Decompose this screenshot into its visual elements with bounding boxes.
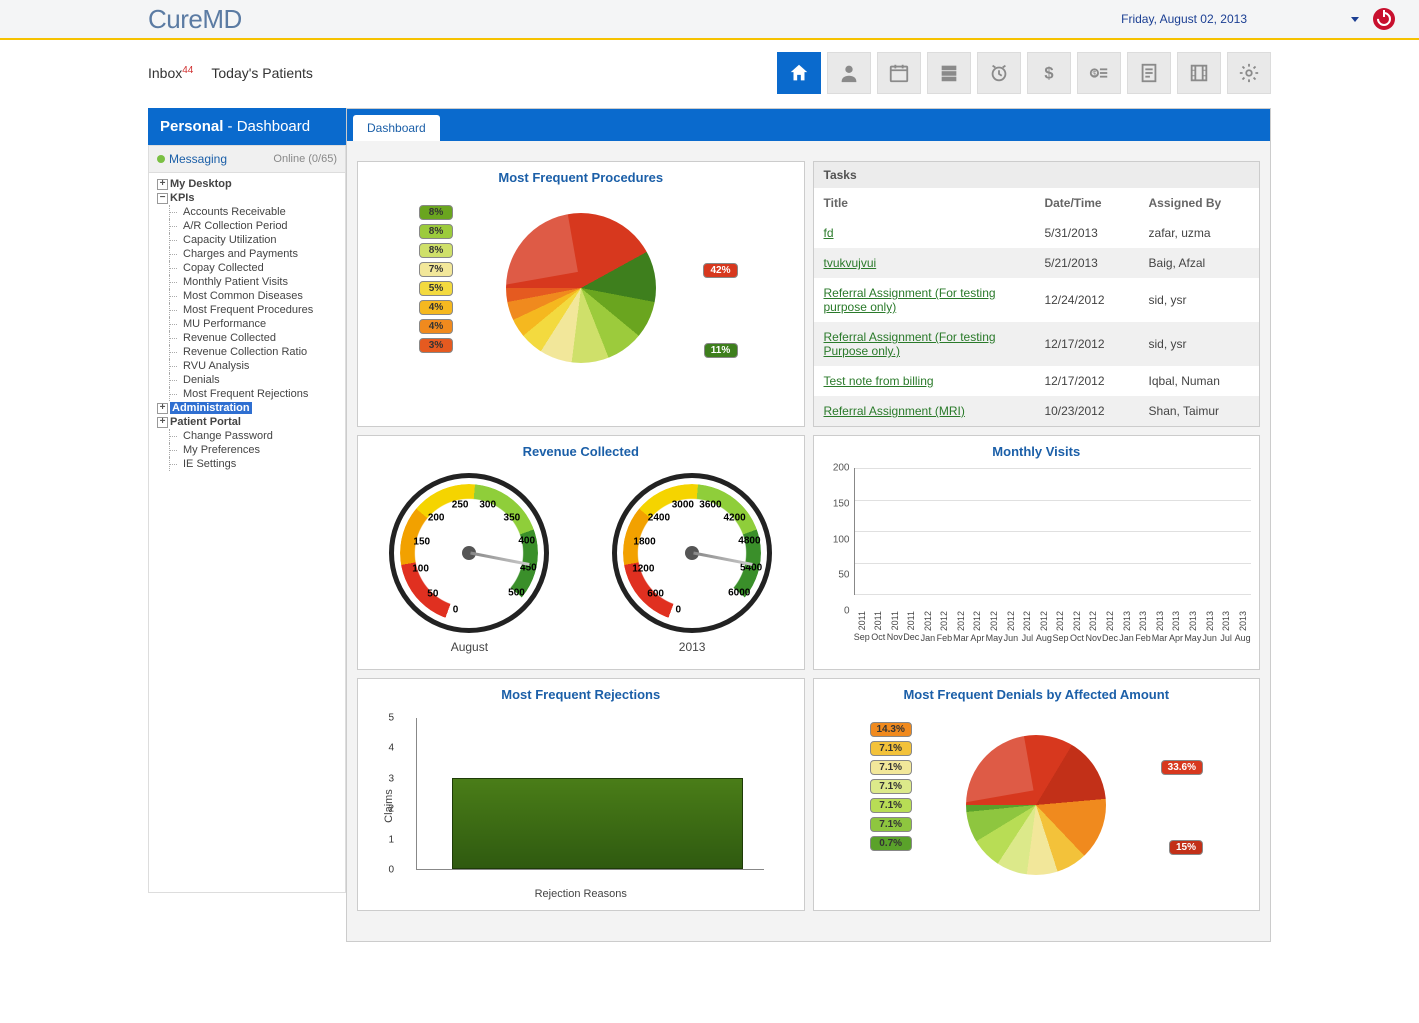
- panel-revenue: Revenue Collected August 050100150200250…: [357, 435, 805, 670]
- media-button[interactable]: [1177, 52, 1221, 94]
- sidebar-title: Personal - Dashboard: [148, 108, 346, 145]
- table-row: Test note from billing12/17/2012Iqbal, N…: [814, 366, 1260, 396]
- tree-kpi-item[interactable]: Accounts Receivable: [149, 205, 345, 219]
- svg-text:$: $: [1092, 69, 1096, 78]
- messaging-online-count: Online (0/65): [273, 153, 337, 165]
- task-link[interactable]: fd: [824, 226, 834, 240]
- alarm-icon: [988, 62, 1010, 84]
- documents-button[interactable]: [1127, 52, 1171, 94]
- table-row: Referral Assignment (For testing purpose…: [814, 278, 1260, 322]
- home-icon: [788, 62, 810, 84]
- calendar-button[interactable]: [877, 52, 921, 94]
- tasks-table: Title Date/Time Assigned By fd5/31/2013z…: [814, 188, 1260, 426]
- money-list-icon: $: [1088, 62, 1110, 84]
- film-icon: [1188, 62, 1210, 84]
- home-button[interactable]: [777, 52, 821, 94]
- tree-kpi-item[interactable]: Revenue Collection Ratio: [149, 345, 345, 359]
- payments-button[interactable]: $: [1077, 52, 1121, 94]
- calendar-icon: [888, 62, 910, 84]
- sub-bar: Inbox44 Today's Patients $ $: [0, 40, 1419, 108]
- table-row: Referral Assignment (MRI)10/23/2012Shan,…: [814, 396, 1260, 426]
- server-icon: [938, 62, 960, 84]
- gauge-2013: 2013 06001200180024003000360042004800540…: [612, 473, 772, 633]
- dollar-icon: $: [1038, 62, 1060, 84]
- tree-portal-item[interactable]: Change Password: [149, 429, 345, 443]
- user-icon: [838, 62, 860, 84]
- main-area: Dashboard Most Frequent Procedures 8%8%8…: [346, 108, 1271, 942]
- tree-administration[interactable]: +Administration: [149, 401, 345, 415]
- tree-my-desktop[interactable]: +My Desktop: [149, 177, 345, 191]
- brand-logo: CureMD: [148, 4, 242, 35]
- tree-kpi-item[interactable]: Monthly Patient Visits: [149, 275, 345, 289]
- tree-kpi-item[interactable]: A/R Collection Period: [149, 219, 345, 233]
- messaging-row[interactable]: Messaging Online (0/65): [148, 145, 346, 173]
- chevron-down-icon[interactable]: [1351, 17, 1359, 22]
- task-link[interactable]: Referral Assignment (For testing Purpose…: [824, 330, 996, 358]
- billing-button[interactable]: $: [1027, 52, 1071, 94]
- gear-icon: [1238, 62, 1260, 84]
- power-icon[interactable]: [1373, 8, 1395, 30]
- task-link[interactable]: Referral Assignment (MRI): [824, 404, 965, 418]
- tree-kpi-item[interactable]: MU Performance: [149, 317, 345, 331]
- tree-kpi-item[interactable]: Revenue Collected: [149, 331, 345, 345]
- online-dot-icon: [157, 155, 165, 163]
- tree-kpi-item[interactable]: Most Frequent Procedures: [149, 303, 345, 317]
- denials-pie-chart: 14.3%7.1%7.1%7.1%7.1%7.1%0.7%33.6%15%: [820, 710, 1254, 900]
- top-bar: CureMD Friday, August 02, 2013: [0, 0, 1419, 40]
- settings-button[interactable]: [1227, 52, 1271, 94]
- tree-kpi-item[interactable]: Denials: [149, 373, 345, 387]
- inbox-count-badge: 44: [182, 65, 193, 76]
- table-row: Referral Assignment (For testing Purpose…: [814, 322, 1260, 366]
- nav-tree: +My Desktop −KPIs Accounts ReceivableA/R…: [148, 173, 346, 893]
- procedures-pie-chart: 8%8%8%7%5%4%4%3%42%11%: [364, 193, 798, 383]
- panel-denials: Most Frequent Denials by Affected Amount…: [813, 678, 1261, 911]
- task-link[interactable]: Test note from billing: [824, 374, 934, 388]
- panel-rejections: Most Frequent Rejections Claims 012345 R…: [357, 678, 805, 911]
- tree-kpi-item[interactable]: Copay Collected: [149, 261, 345, 275]
- toolbar: $ $: [777, 52, 1271, 94]
- task-link[interactable]: Referral Assignment (For testing purpose…: [824, 286, 996, 314]
- document-icon: [1138, 62, 1160, 84]
- panel-procedures: Most Frequent Procedures 8%8%8%7%5%4%4%3…: [357, 161, 805, 427]
- tab-dashboard[interactable]: Dashboard: [353, 115, 440, 141]
- records-button[interactable]: [927, 52, 971, 94]
- inbox-link[interactable]: Inbox44: [148, 65, 193, 81]
- tab-bar: Dashboard: [347, 109, 1270, 141]
- task-link[interactable]: tvukvujvui: [824, 256, 877, 270]
- tree-kpi-item[interactable]: RVU Analysis: [149, 359, 345, 373]
- rejections-chart: Claims 012345 Rejection Reasons: [358, 706, 804, 906]
- tree-kpi-item[interactable]: Most Common Diseases: [149, 289, 345, 303]
- todays-patients-link[interactable]: Today's Patients: [211, 65, 313, 81]
- table-row: fd5/31/2013zafar, uzma: [814, 218, 1260, 248]
- reminders-button[interactable]: [977, 52, 1021, 94]
- current-date: Friday, August 02, 2013: [1121, 12, 1247, 26]
- tree-kpi-item[interactable]: Most Frequent Rejections: [149, 387, 345, 401]
- monthly-visits-chart: 050100150200 2011Sep2011Oct2011Nov2011De…: [814, 463, 1260, 643]
- sidebar: Personal - Dashboard Messaging Online (0…: [148, 108, 346, 942]
- tree-portal-item[interactable]: My Preferences: [149, 443, 345, 457]
- tree-portal-item[interactable]: IE Settings: [149, 457, 345, 471]
- tree-kpis[interactable]: −KPIs: [149, 191, 345, 205]
- svg-text:$: $: [1044, 65, 1053, 83]
- gauge-august: August 050100150200250300350400450500: [389, 473, 549, 633]
- table-row: tvukvujvui5/21/2013Baig, Afzal: [814, 248, 1260, 278]
- tree-patient-portal[interactable]: +Patient Portal: [149, 415, 345, 429]
- panel-monthly-visits: Monthly Visits 050100150200 2011Sep2011O…: [813, 435, 1261, 670]
- patient-button[interactable]: [827, 52, 871, 94]
- tree-kpi-item[interactable]: Charges and Payments: [149, 247, 345, 261]
- tree-kpi-item[interactable]: Capacity Utilization: [149, 233, 345, 247]
- panel-tasks: Tasks Title Date/Time Assigned By fd5/31…: [813, 161, 1261, 427]
